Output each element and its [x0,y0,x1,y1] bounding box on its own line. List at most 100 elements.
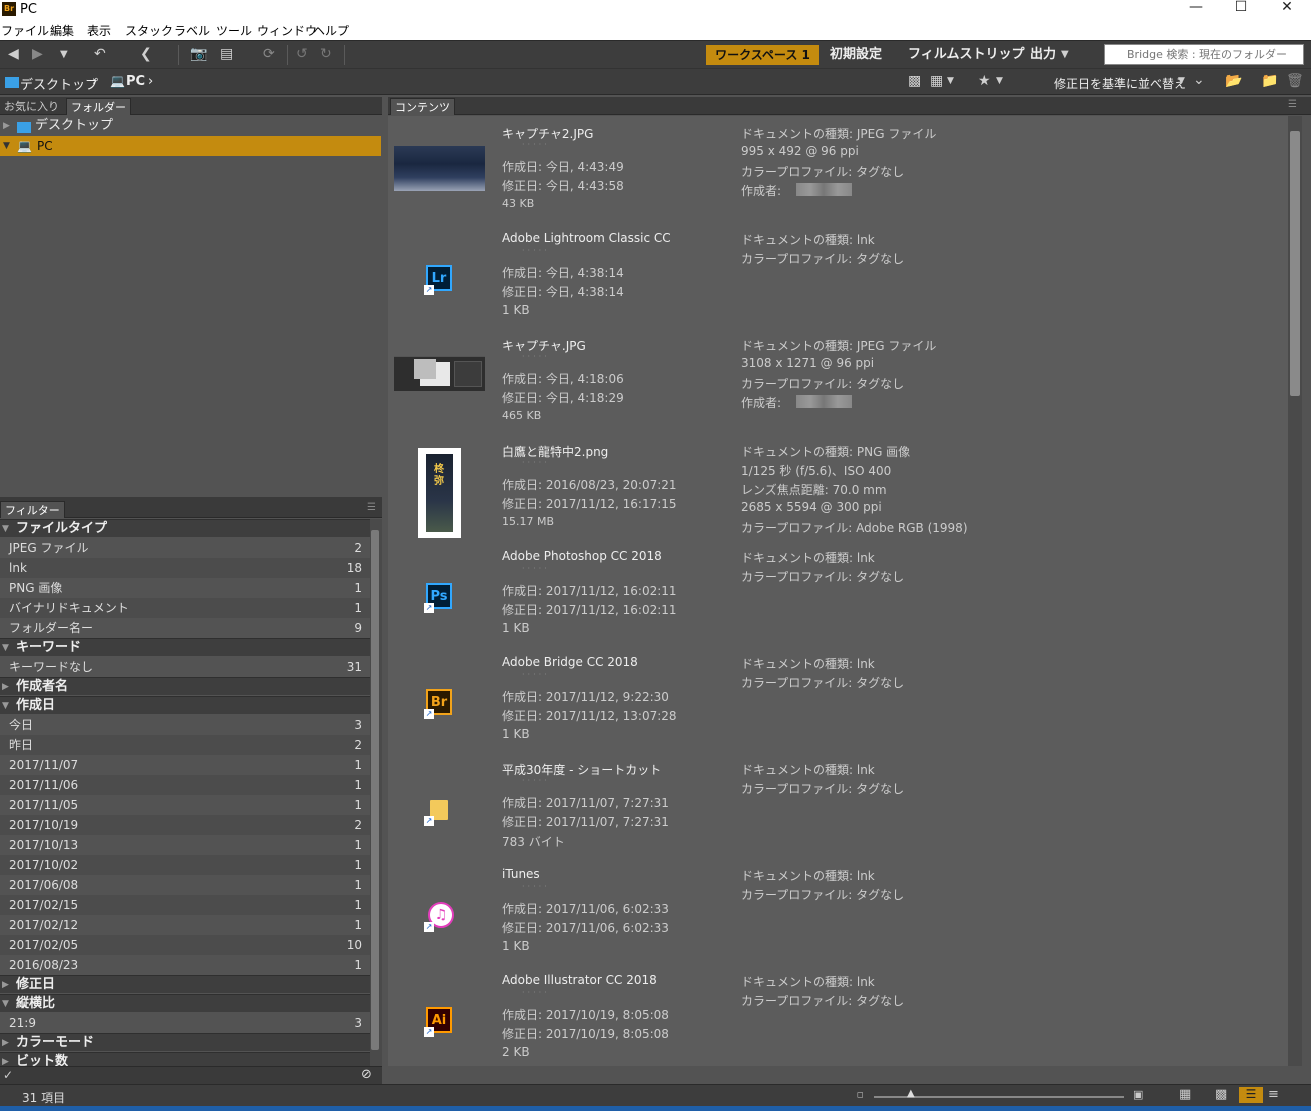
filter-category[interactable]: ▶ 修正日 [0,975,370,993]
menu-tools[interactable]: ツール [216,22,252,39]
back-icon[interactable]: ◀ [8,46,19,62]
content-item[interactable]: ♫ ↗ iTunes ····· 作成日: 2017/11/06, 6:02:33 修正日… [388,858,1288,964]
content-item[interactable]: キャプチャ2.JPG ····· 作成日: 今日, 4:43:49 修正日: 今日, … [388,116,1288,222]
filter-option[interactable]: 昨日 2 [0,735,370,755]
workspace-tab-1[interactable]: ワークスペース 1 [706,45,819,65]
open-recent-icon[interactable]: ⟳ [263,46,275,62]
tab-filter[interactable]: フィルター [0,501,65,518]
rating-dots[interactable]: ····· [522,246,550,255]
filter-option[interactable]: lnk 18 [0,558,370,578]
thumbnail-view-icon[interactable]: ▩ [1215,1087,1227,1102]
rating-dots[interactable]: ····· [522,458,550,467]
filter-option[interactable]: フォルダー名ー 9 [0,618,370,638]
camera-download-icon[interactable]: 📷 [190,46,207,62]
view-options-dropdown-icon[interactable]: ▼ [947,76,954,86]
tab-favorites[interactable]: お気に入り [0,98,63,115]
filter-category[interactable]: ▼ キーワード [0,638,370,656]
view-options-icon[interactable]: ▦ [930,73,943,89]
grid-lock-icon[interactable]: ▦ [1179,1087,1191,1102]
filter-category[interactable]: ▶ 作成者名 [0,677,370,695]
collapse-arrow-icon[interactable]: ▼ [3,136,10,156]
rotate-left-icon[interactable]: ↺ [296,46,308,62]
workspace-tab-filmstrip[interactable]: フィルムストリップ [908,45,1024,65]
clear-filter-icon[interactable]: ⊘ [361,1067,372,1082]
search-input[interactable] [1104,44,1304,65]
expand-arrow-icon[interactable]: ▶ [2,976,9,994]
minimize-button[interactable]: — [1173,0,1219,20]
rating-filter-icon[interactable]: ★ [978,73,991,89]
workspace-tab-output[interactable]: 出力 [1030,45,1060,65]
rating-dots[interactable]: ····· [522,988,550,997]
filter-option[interactable]: キーワードなし 31 [0,657,370,677]
filter-option[interactable]: 2017/02/12 1 [0,915,370,935]
rotate-right-icon[interactable]: ↻ [320,46,332,62]
menu-label[interactable]: ラベル [174,22,210,39]
filter-option[interactable]: 2017/11/07 1 [0,755,370,775]
content-item[interactable]: Ai ↗ Adobe Illustrator CC 2018 ····· 作成日: 20… [388,964,1288,1066]
sort-direction-icon[interactable]: ⌄ [1193,72,1205,88]
filter-option[interactable]: PNG 画像 1 [0,578,370,598]
forward-icon[interactable]: ▶ [32,46,43,62]
new-folder-icon[interactable]: 📁 [1261,73,1278,89]
boomerang-icon[interactable]: ❮ [140,46,152,62]
workspace-tab-default[interactable]: 初期設定 [830,45,882,65]
collapse-arrow-icon[interactable]: ▼ [2,697,9,715]
pin-icon[interactable]: ✓ [3,1068,13,1082]
rating-dots[interactable]: ····· [522,670,550,679]
tree-item-desktop[interactable]: ▶ デスクトップ [0,116,381,136]
filter-category[interactable]: ▶ ビット数 [0,1052,370,1066]
breadcrumb-desktop[interactable]: デスクトップ [20,74,98,93]
filter-category[interactable]: ▼ ファイルタイプ [0,519,370,537]
content-item[interactable]: キャプチャ.JPG ····· 作成日: 今日, 4:18:06 修正日: 今日, 4… [388,328,1288,434]
breadcrumb-next-icon[interactable]: › [148,74,153,89]
breadcrumb-pc[interactable]: PC [126,74,145,89]
filter-category[interactable]: ▼ 縦横比 [0,994,370,1012]
menu-file[interactable]: ファイル [1,22,49,39]
filter-option[interactable]: JPEG ファイル 2 [0,538,370,558]
filter-option[interactable]: 2017/06/08 1 [0,875,370,895]
rating-dots[interactable]: ····· [522,882,550,891]
menu-help[interactable]: ヘルプ [313,22,349,39]
filter-option[interactable]: 2017/11/05 1 [0,795,370,815]
menu-window[interactable]: ウィンドウ [257,22,317,39]
collapse-arrow-icon[interactable]: ▼ [2,639,9,657]
filter-option[interactable]: 今日 3 [0,715,370,735]
sort-dropdown[interactable]: 修正日を基準に並べ替え [1054,75,1186,92]
tree-item-pc[interactable]: ▼ 💻 PC [0,136,381,156]
item-thumbnail[interactable]: ↗ [424,796,454,826]
filter-option[interactable]: 2017/02/05 10 [0,935,370,955]
tab-content[interactable]: コンテンツ [390,98,455,115]
history-dropdown-icon[interactable]: ▼ [60,49,68,60]
filter-option[interactable]: 2017/10/13 1 [0,835,370,855]
trash-icon[interactable]: 🗑 [1286,73,1304,89]
filter-option[interactable]: 21:9 3 [0,1013,370,1033]
refine-icon[interactable]: ▤ [220,46,233,62]
filter-option[interactable]: 2017/10/02 1 [0,855,370,875]
collapse-arrow-icon[interactable]: ▼ [2,995,9,1013]
tab-folders[interactable]: フォルダー [66,98,131,115]
workspace-dropdown-icon[interactable]: ▼ [1061,49,1069,60]
details-view-icon[interactable]: ☰ [1239,1087,1263,1103]
panel-menu-icon[interactable]: ☰ [367,502,376,513]
filter-option[interactable]: 2017/02/15 1 [0,895,370,915]
large-thumbnail-icon[interactable]: ▣ [1133,1088,1143,1101]
expand-arrow-icon[interactable]: ▶ [2,1053,9,1066]
content-item[interactable]: Lr ↗ Adobe Lightroom Classic CC ····· 作成日: 今… [388,222,1288,328]
item-thumbnail[interactable] [394,146,485,191]
breadcrumb-separator-icon[interactable]: › [92,74,97,89]
menu-stack[interactable]: スタック [125,22,173,39]
rating-dots[interactable]: ····· [522,140,550,149]
sort-dropdown-icon[interactable]: ▼ [1178,76,1185,86]
content-scroll-thumb[interactable] [1290,131,1300,396]
item-thumbnail[interactable]: Br ↗ [424,689,454,719]
item-thumbnail[interactable] [394,356,485,391]
collapse-arrow-icon[interactable]: ▼ [2,520,9,538]
expand-arrow-icon[interactable]: ▶ [2,1034,9,1052]
content-item[interactable]: Ps ↗ Adobe Photoshop CC 2018 ····· 作成日: 2017… [388,540,1288,646]
expand-arrow-icon[interactable]: ▶ [2,678,9,696]
expand-arrow-icon[interactable]: ▶ [3,116,10,136]
list-view-icon[interactable]: ≡ [1268,1087,1279,1102]
filter-option[interactable]: 2017/11/06 1 [0,775,370,795]
filter-scroll-thumb[interactable] [371,530,379,1050]
small-thumbnail-icon[interactable]: ◻ [857,1090,864,1099]
